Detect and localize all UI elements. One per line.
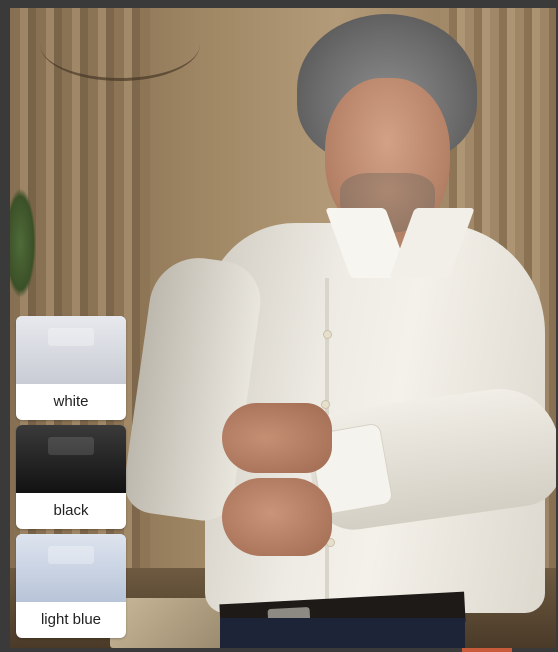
- swatch-label: black: [53, 502, 89, 519]
- trousers: [220, 618, 465, 648]
- shirt-button: [321, 400, 330, 409]
- hand-upper: [222, 403, 332, 473]
- swatch-label: light blue: [40, 611, 102, 628]
- swatch-light-blue[interactable]: light blue: [16, 534, 126, 638]
- chandelier: [40, 8, 200, 81]
- colour-swatch-list: white black light blue: [16, 316, 126, 643]
- shirt-thumbnail-light-blue: [16, 534, 126, 602]
- product-frame: white black light blue: [0, 0, 558, 652]
- plant: [10, 188, 36, 298]
- accent-bar: [462, 648, 512, 652]
- swatch-black[interactable]: black: [16, 425, 126, 529]
- shirt-button: [323, 330, 332, 339]
- hand-lower: [222, 478, 332, 556]
- swatch-white[interactable]: white: [16, 316, 126, 420]
- swatch-label: white: [53, 393, 89, 410]
- shirt-thumbnail-black: [16, 425, 126, 493]
- shirt-thumbnail-white: [16, 316, 126, 384]
